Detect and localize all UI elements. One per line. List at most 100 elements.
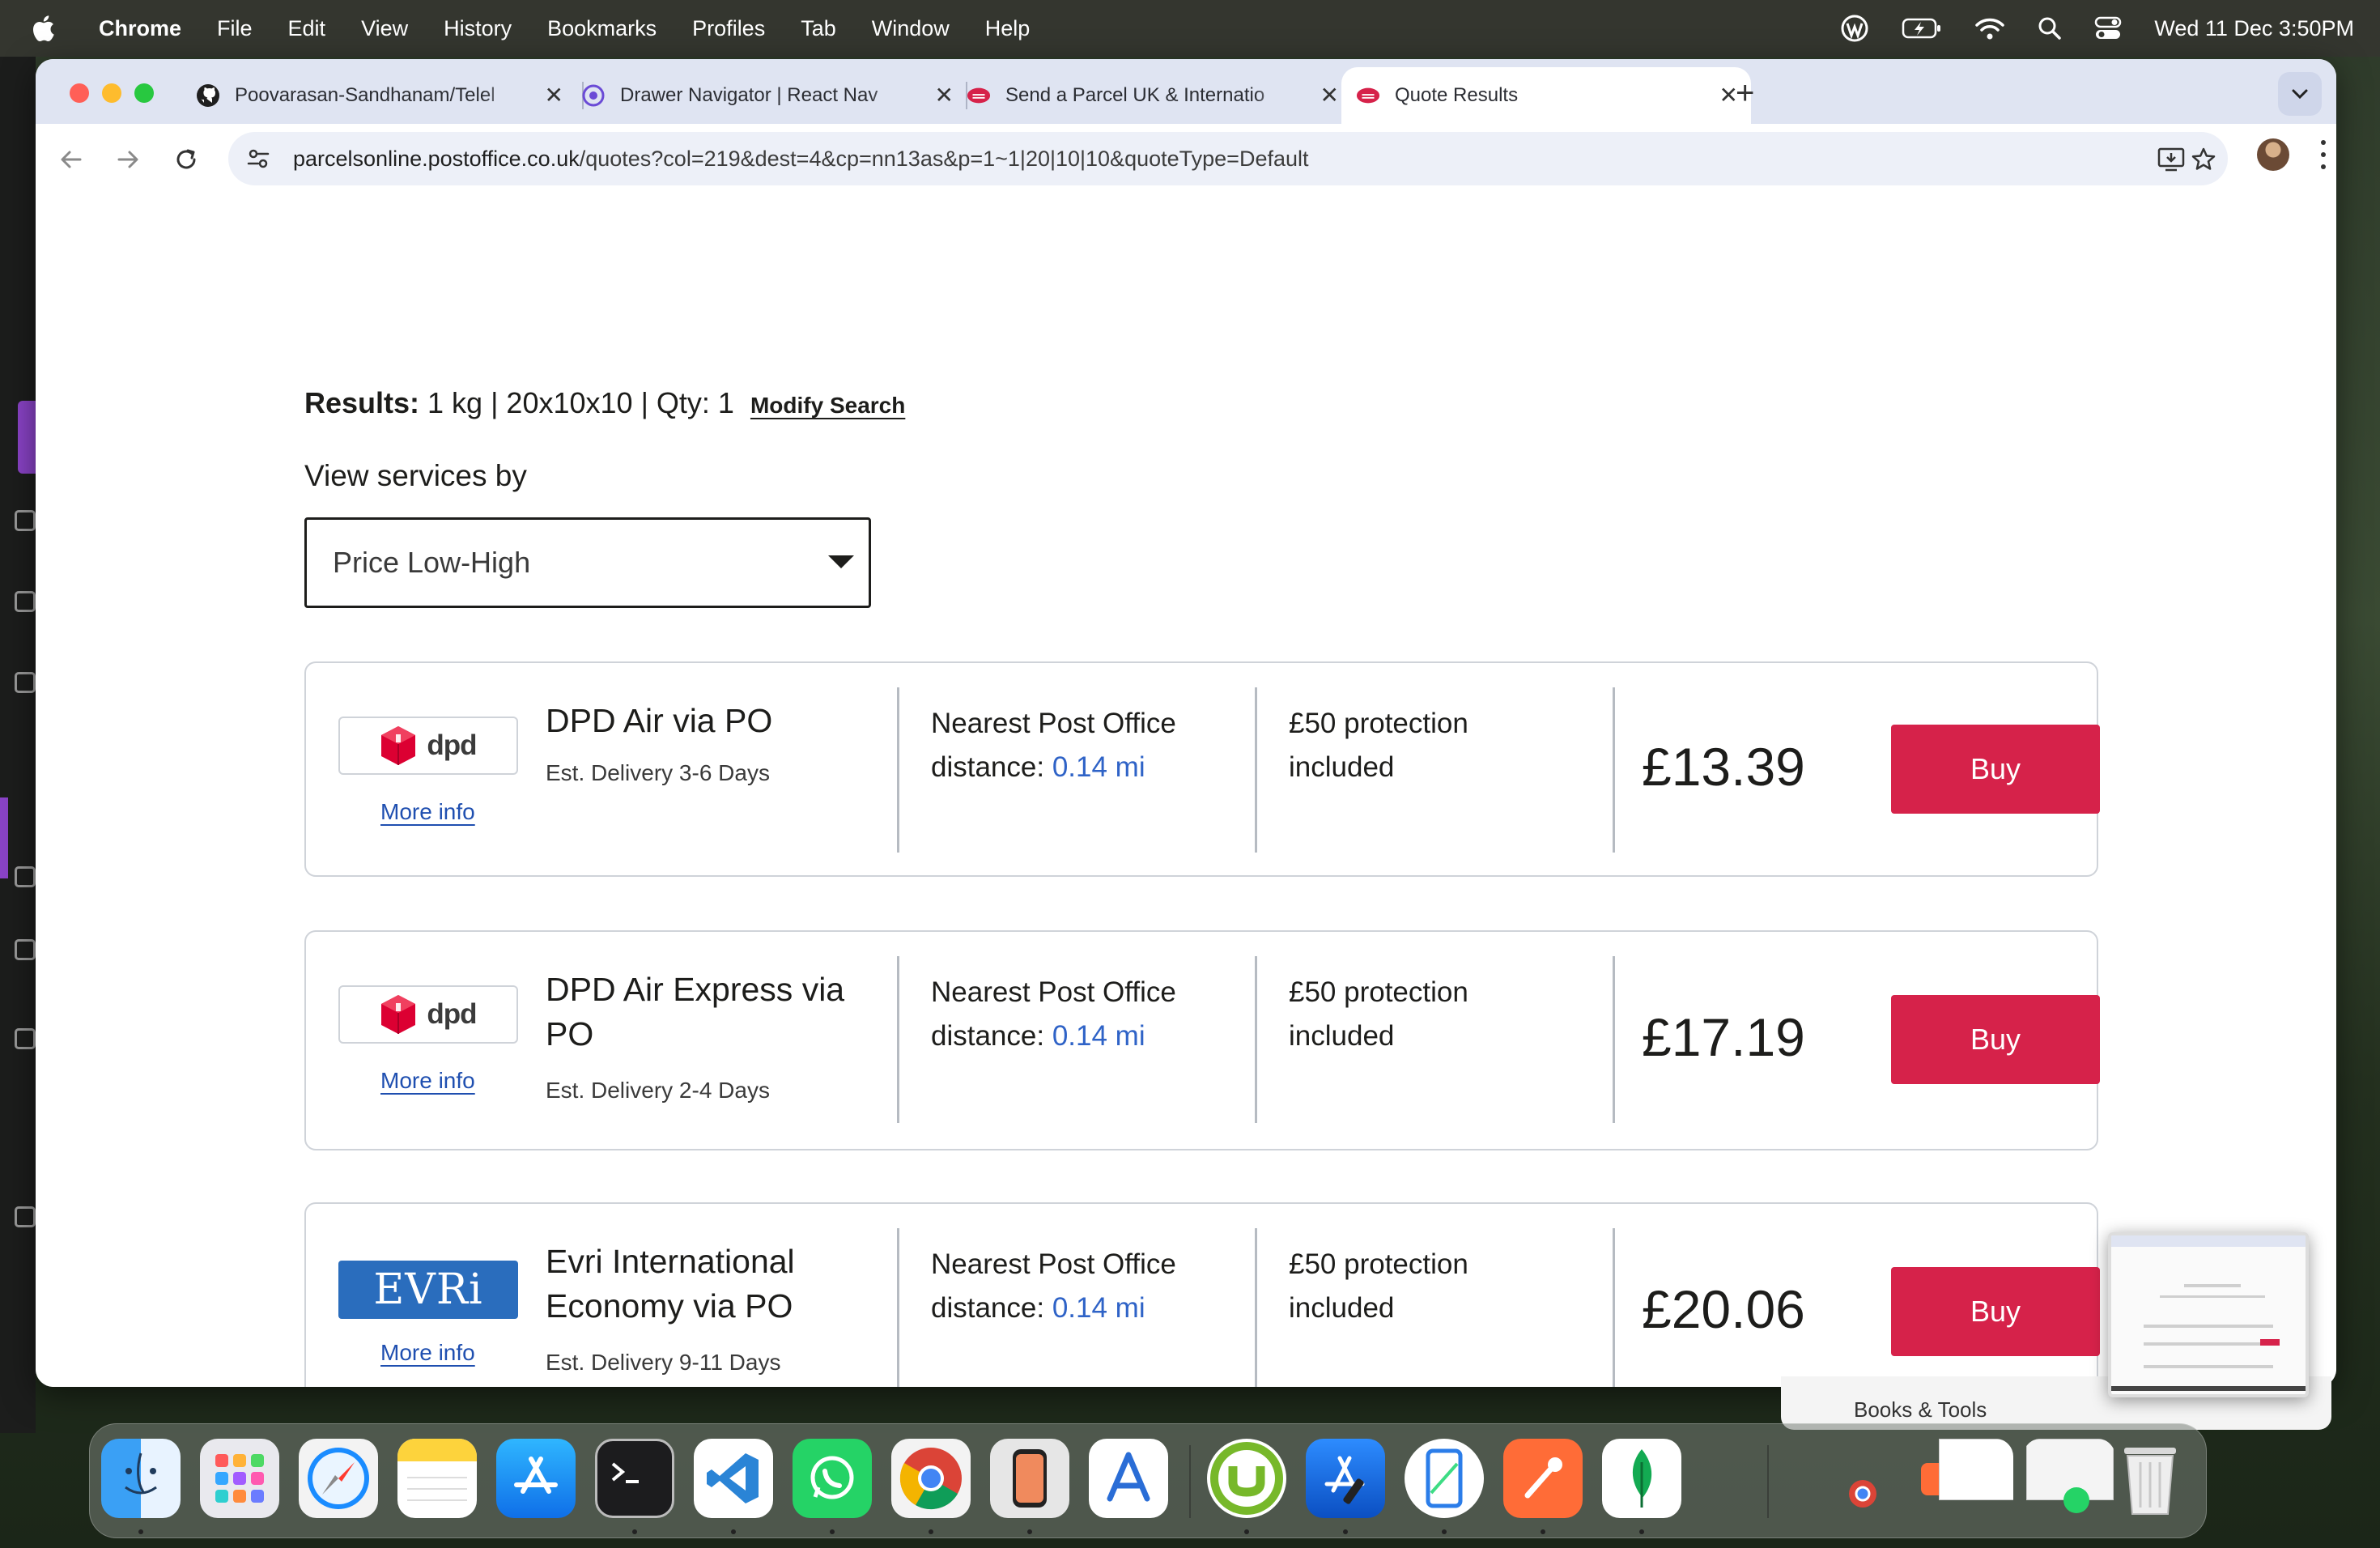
- tab-search-button[interactable]: [2278, 72, 2322, 116]
- new-tab-button[interactable]: +: [1736, 77, 1754, 109]
- close-window-button[interactable]: [70, 83, 89, 103]
- background-icon: [15, 510, 36, 531]
- app-store-icon[interactable]: [496, 1439, 576, 1518]
- service-name: DPD Air Express via PO: [546, 971, 845, 1053]
- tab-react-navigation[interactable]: Drawer Navigator | React Nav ✕: [581, 67, 967, 124]
- tab-title: Quote Results: [1395, 84, 1519, 106]
- mongodb-compass-icon[interactable]: [1602, 1439, 1681, 1518]
- menu-profiles[interactable]: Profiles: [692, 16, 765, 41]
- estimated-delivery: Est. Delivery 3-6 Days: [546, 760, 770, 785]
- notes-icon[interactable]: [397, 1439, 477, 1518]
- minimized-chrome-window[interactable]: [1822, 1439, 1903, 1518]
- modify-search-link[interactable]: Modify Search: [750, 393, 905, 419]
- menu-history[interactable]: History: [444, 16, 512, 41]
- quote-results-page: Results: 1 kg | 20x10x10 | Qty: 1 Modify…: [36, 194, 2336, 1387]
- install-app-icon[interactable]: [2155, 143, 2187, 176]
- more-info-link[interactable]: More info: [380, 1068, 475, 1094]
- site-settings-icon[interactable]: [246, 147, 278, 171]
- chrome-menu-icon[interactable]: [2318, 140, 2328, 169]
- evri-logo: EVRi: [338, 1261, 518, 1319]
- dock-separator: [1767, 1445, 1769, 1518]
- menu-window[interactable]: Window: [872, 16, 950, 41]
- close-tab-icon[interactable]: ✕: [935, 83, 954, 108]
- more-info-link[interactable]: More info: [380, 1340, 475, 1366]
- buy-button[interactable]: Buy: [1891, 725, 2100, 814]
- vscode-icon[interactable]: [694, 1439, 773, 1518]
- xcode-icon[interactable]: [1306, 1439, 1385, 1518]
- launchpad-icon[interactable]: [200, 1439, 279, 1518]
- forward-arrow-icon: [117, 151, 138, 168]
- dpd-cube-icon: [381, 726, 416, 765]
- whatsapp-icon: [2063, 1487, 2089, 1513]
- sort-select-value: Price Low-High: [333, 546, 531, 579]
- screenshot-thumbnail[interactable]: [2108, 1232, 2309, 1397]
- instruments-icon[interactable]: [1089, 1439, 1168, 1518]
- spotlight-search-icon[interactable]: [2038, 16, 2062, 40]
- notes-header: [397, 1439, 477, 1461]
- url-path: /quotes?col=219&dest=4&cp=nn13as&p=1~1|2…: [579, 146, 1309, 171]
- bookmark-star-icon[interactable]: [2187, 143, 2220, 176]
- menu-view[interactable]: View: [361, 16, 408, 41]
- thumbnail-tabbar: [2111, 1235, 2306, 1247]
- menubar-clock[interactable]: Wed 11 Dec 3:50PM: [2154, 16, 2354, 41]
- minimized-postman-window[interactable]: [1921, 1439, 2013, 1518]
- tab-quote-results[interactable]: Quote Results ✕: [1341, 67, 1751, 124]
- service-price: £20.06: [1642, 1279, 1805, 1339]
- simulator-icon[interactable]: [990, 1439, 1069, 1518]
- sort-select[interactable]: Price Low-High: [304, 517, 871, 608]
- estimated-delivery: Est. Delivery 9-11 Days: [546, 1350, 781, 1375]
- dpd-cube-icon: [381, 995, 416, 1034]
- chrome-icon[interactable]: [891, 1439, 971, 1518]
- forward-button[interactable]: [112, 143, 144, 176]
- divider: [1255, 1228, 1257, 1387]
- background-icon: [15, 939, 36, 960]
- address-bar[interactable]: parcelsonline.postoffice.co.uk/quotes?co…: [228, 132, 2228, 185]
- tab-github[interactable]: Poovarasan-Sandhanam/Telel ✕: [196, 67, 576, 124]
- menu-bookmarks[interactable]: Bookmarks: [547, 16, 657, 41]
- back-arrow-icon: [61, 151, 82, 168]
- minimize-window-button[interactable]: [102, 83, 121, 103]
- distance-value: 0.14 mi: [1052, 751, 1145, 783]
- postman-icon[interactable]: [1503, 1439, 1583, 1518]
- whatsapp-icon[interactable]: [793, 1439, 872, 1518]
- dpd-wordmark: dpd: [427, 998, 477, 1030]
- menu-app-name[interactable]: Chrome: [99, 16, 181, 41]
- thumbnail-dock: [2111, 1386, 2306, 1391]
- close-tab-icon[interactable]: ✕: [545, 83, 563, 108]
- background-accent: [0, 797, 8, 878]
- divider: [897, 687, 899, 853]
- zoom-window-button[interactable]: [134, 83, 154, 103]
- wifi-icon[interactable]: [1974, 16, 2005, 40]
- menu-file[interactable]: File: [217, 16, 253, 41]
- back-button[interactable]: [55, 143, 87, 176]
- wordpress-icon[interactable]: [1840, 14, 1869, 43]
- menu-tab[interactable]: Tab: [801, 16, 836, 41]
- tab-title: Send a Parcel UK & Internatio: [1005, 84, 1265, 106]
- terminal-icon[interactable]: [595, 1439, 674, 1518]
- protection-text: £50 protection included: [1289, 708, 1468, 783]
- finder-icon[interactable]: [101, 1439, 181, 1518]
- menu-help[interactable]: Help: [985, 16, 1031, 41]
- apple-menu-icon[interactable]: [31, 15, 73, 42]
- service-price: £17.19: [1642, 1007, 1805, 1067]
- profile-avatar[interactable]: [2257, 138, 2289, 171]
- menu-edit[interactable]: Edit: [288, 16, 326, 41]
- divider: [1613, 687, 1615, 853]
- safari-icon[interactable]: [299, 1439, 378, 1518]
- close-tab-icon[interactable]: ✕: [1320, 83, 1339, 108]
- thumbnail-line: [2184, 1284, 2241, 1287]
- tab-send-parcel[interactable]: Send a Parcel UK & Internatio ✕: [967, 67, 1352, 124]
- battery-icon[interactable]: [1902, 17, 1942, 40]
- buy-button[interactable]: Buy: [1891, 995, 2100, 1084]
- running-indicator: [830, 1529, 835, 1534]
- more-info-link[interactable]: More info: [380, 799, 475, 825]
- results-label: Results:: [304, 386, 420, 419]
- control-center-icon[interactable]: [2094, 16, 2122, 40]
- minimized-whatsapp-window[interactable]: [2023, 1439, 2115, 1518]
- utorrent-icon[interactable]: [1207, 1439, 1286, 1518]
- reload-button[interactable]: [170, 143, 202, 176]
- trash-icon[interactable]: [2110, 1439, 2190, 1518]
- android-emulator-icon[interactable]: [1405, 1439, 1484, 1518]
- buy-button[interactable]: Buy: [1891, 1267, 2100, 1356]
- dropdown-caret-icon: [828, 555, 854, 568]
